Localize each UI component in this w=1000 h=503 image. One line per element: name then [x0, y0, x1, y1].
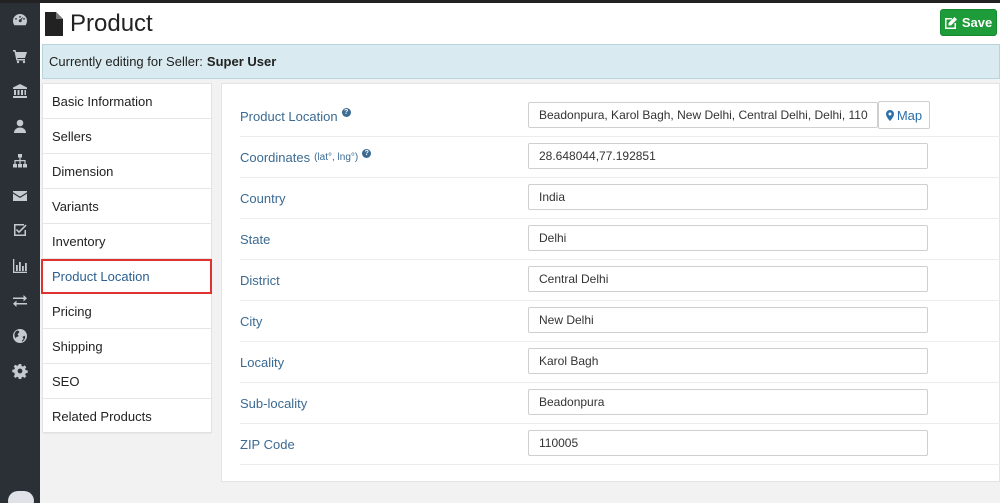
- page-title-group: Product: [45, 10, 153, 38]
- dashboard-icon[interactable]: [0, 5, 40, 35]
- product-location-input[interactable]: Beadonpura, Karol Bagh, New Delhi, Centr…: [528, 102, 878, 128]
- sub-locality-label: Sub-locality: [240, 396, 308, 411]
- city-input[interactable]: New Delhi: [528, 307, 928, 333]
- bank-icon[interactable]: [0, 76, 40, 106]
- coordinates-input[interactable]: 28.648044,77.192851: [528, 143, 928, 169]
- file-icon: [45, 12, 63, 36]
- country-label: Country: [240, 191, 286, 206]
- tab-related-products[interactable]: Related Products: [43, 399, 211, 434]
- form-row-sub-locality: Sub-locality Beadonpura: [240, 383, 1000, 424]
- left-nav-sidebar: [0, 3, 40, 503]
- tab-variants[interactable]: Variants: [43, 189, 211, 224]
- save-button-label: Save: [961, 15, 993, 30]
- form-row-zip-code: ZIP Code 110005: [240, 424, 1000, 465]
- exchange-icon[interactable]: [0, 286, 40, 316]
- tab-basic-information[interactable]: Basic Information: [43, 84, 211, 119]
- seller-name: Super User: [206, 54, 277, 69]
- product-location-form: Product Location ? Beadonpura, Karol Bag…: [221, 83, 1000, 482]
- cart-icon[interactable]: [0, 41, 40, 71]
- form-row-state: State Delhi: [240, 219, 1000, 260]
- map-marker-icon: [885, 109, 894, 121]
- tab-sellers[interactable]: Sellers: [43, 119, 211, 154]
- tab-seo[interactable]: SEO: [43, 364, 211, 399]
- form-row-coordinates: Coordinates (lat°, lng°) ? 28.648044,77.…: [240, 137, 1000, 178]
- product-tabs: Basic Information Sellers Dimension Vari…: [41, 83, 212, 434]
- checkbox-icon[interactable]: [0, 215, 40, 245]
- zip-code-input[interactable]: 110005: [528, 430, 928, 456]
- coordinates-label-text: Coordinates: [240, 150, 311, 165]
- map-button-label: Map: [896, 107, 923, 123]
- coordinates-unit-hint: (lat°, lng°): [314, 152, 359, 163]
- cog-icon[interactable]: [0, 356, 40, 386]
- form-row-product-location: Product Location ? Beadonpura, Karol Bag…: [240, 96, 1000, 137]
- envelope-icon[interactable]: [0, 181, 40, 211]
- bar-chart-icon[interactable]: [0, 251, 40, 281]
- help-icon[interactable]: ?: [341, 108, 351, 117]
- district-label: District: [240, 273, 280, 288]
- bottom-avatar-icon[interactable]: [8, 491, 34, 503]
- user-icon[interactable]: [0, 111, 40, 141]
- seller-info-bar: Currently editing for Seller: Super User: [42, 44, 1000, 79]
- form-row-country: Country India: [240, 178, 1000, 219]
- locality-input[interactable]: Karol Bagh: [528, 348, 928, 374]
- sub-locality-input[interactable]: Beadonpura: [528, 389, 928, 415]
- sitemap-icon[interactable]: [0, 146, 40, 176]
- tab-dimension[interactable]: Dimension: [43, 154, 211, 189]
- page-title: Product: [70, 10, 153, 37]
- tab-shipping[interactable]: Shipping: [43, 329, 211, 364]
- form-row-locality: Locality Karol Bagh: [240, 342, 1000, 383]
- edit-icon: [944, 16, 957, 29]
- save-button[interactable]: Save: [940, 9, 997, 36]
- map-button[interactable]: Map: [878, 101, 930, 129]
- product-location-label-text: Product Location: [240, 109, 338, 124]
- country-input[interactable]: India: [528, 184, 928, 210]
- tab-pricing[interactable]: Pricing: [43, 294, 211, 329]
- zip-code-label: ZIP Code: [240, 437, 295, 452]
- state-label: State: [240, 232, 271, 247]
- help-icon[interactable]: ?: [362, 149, 372, 158]
- product-location-label: Product Location ?: [240, 96, 351, 137]
- locality-label: Locality: [240, 355, 285, 370]
- form-row-district: District Central Delhi: [240, 260, 1000, 301]
- globe-icon[interactable]: [0, 321, 40, 351]
- seller-info-prefix: Currently editing for Seller:: [49, 54, 203, 69]
- city-label: City: [240, 314, 263, 329]
- tab-product-location[interactable]: Product Location: [41, 259, 212, 294]
- state-input[interactable]: Delhi: [528, 225, 928, 251]
- page-header: Product Save: [40, 3, 1000, 45]
- coordinates-label: Coordinates (lat°, lng°) ?: [240, 137, 372, 178]
- district-input[interactable]: Central Delhi: [528, 266, 928, 292]
- form-row-city: City New Delhi: [240, 301, 1000, 342]
- tab-inventory[interactable]: Inventory: [43, 224, 211, 259]
